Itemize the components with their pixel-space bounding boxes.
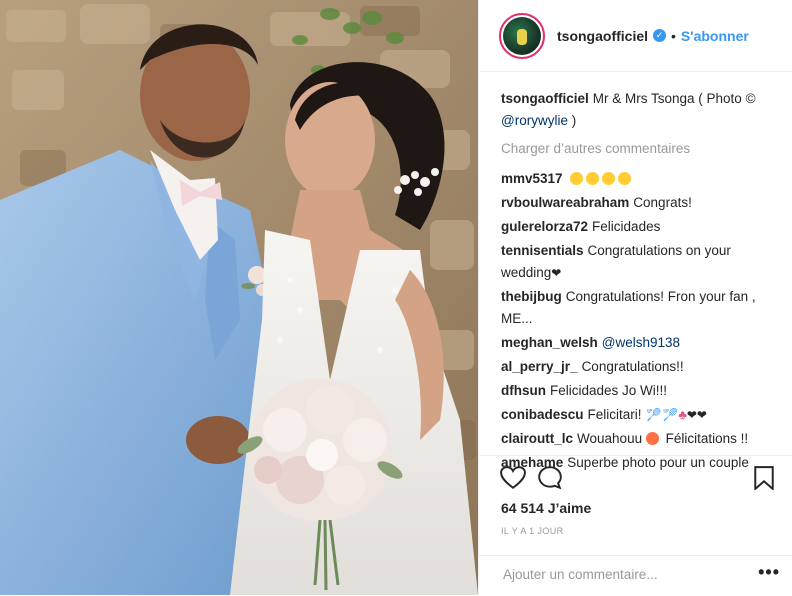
comment-username[interactable]: conibadescu (501, 407, 584, 422)
emoji-icon (586, 172, 600, 185)
bookmark-icon[interactable] (750, 464, 778, 492)
comment-item: mmv5317 (501, 168, 778, 190)
caption: tsongaofficiel Mr & Mrs Tsonga ( Photo © … (501, 88, 778, 132)
comment-mention[interactable]: @welsh9138 (602, 335, 680, 350)
comment-text: Félicitations !! (665, 431, 749, 446)
avatar[interactable] (499, 12, 545, 59)
comment-item: tennisentials Congratulations on your wed… (501, 240, 778, 284)
comment-item: gulerelorza72 Felicidades (501, 216, 778, 238)
wedding-photo-illustration (0, 0, 478, 595)
comment-item: conibadescu Felicitari! 🏸︎🏸︎♣❤❤ (501, 404, 778, 426)
add-comment-bar: ••• (479, 555, 792, 596)
comment-text: Felicitari! (587, 407, 642, 422)
comment-text: Congratulations!! (581, 359, 684, 374)
comment-text: Felicidades Jo Wi!!! (550, 383, 668, 398)
comment-item: meghan_welsh @welsh9138 (501, 332, 778, 354)
comment-list: tsongaofficiel Mr & Mrs Tsonga ( Photo © … (501, 88, 778, 476)
comment-username[interactable]: mmv5317 (501, 171, 563, 186)
likes-count[interactable]: 64 514 J’aime (501, 500, 591, 516)
comment-username[interactable]: rvboulwareabraham (501, 195, 629, 210)
emoji-icon (618, 172, 632, 185)
emoji-icon (602, 172, 616, 185)
caption-username[interactable]: tsongaofficiel (501, 91, 589, 106)
heart-outline-icon[interactable] (499, 464, 527, 492)
comment-text: Wouahouu (577, 431, 643, 446)
black-heart-icon: ❤ (551, 266, 562, 280)
instagram-post: tsongaofficiel ✓ • S'abonner tsongaoffic… (0, 0, 792, 595)
comment-item: clairoutt_lc Wouahouu Félicitations !! (501, 428, 778, 450)
caption-text: Mr & Mrs Tsonga ( Photo © (592, 91, 756, 106)
more-options-icon[interactable]: ••• (758, 562, 780, 583)
tennis-racket-icon: 🏸︎ (661, 407, 679, 422)
caption-text-end: ) (567, 113, 577, 128)
header-separator: • (671, 27, 676, 44)
comment-bubble-icon[interactable] (536, 464, 564, 492)
header-username[interactable]: tsongaofficiel (557, 28, 648, 44)
comment-item: al_perry_jr_ Congratulations!! (501, 356, 778, 378)
tennis-racket-icon: 🏸︎ (645, 407, 662, 422)
comment-item: thebijbug Congratulations! Fron your fan … (501, 286, 778, 330)
post-header: tsongaofficiel ✓ • S'abonner (479, 0, 792, 72)
comment-item: rvboulwareabraham Congrats! (501, 192, 778, 214)
verified-badge-icon: ✓ (653, 29, 667, 42)
comment-text: Congrats! (633, 195, 692, 210)
comment-username[interactable]: gulerelorza72 (501, 219, 588, 234)
heart-eyes-emoji-icon (645, 432, 659, 445)
load-more-comments-button[interactable]: Charger d’autres commentaires (501, 138, 778, 160)
tulip-icon: ♣ (678, 407, 687, 422)
comment-username[interactable]: tennisentials (501, 243, 584, 258)
comment-username[interactable]: meghan_welsh (501, 335, 598, 350)
comment-username[interactable]: thebijbug (501, 289, 562, 304)
caption-mention[interactable]: @rorywylie (501, 113, 568, 128)
follow-button[interactable]: S'abonner (681, 28, 749, 44)
emoji-icon (570, 172, 584, 185)
post-timestamp[interactable]: IL Y A 1 JOUR (501, 526, 564, 536)
post-sidebar: tsongaofficiel ✓ • S'abonner tsongaoffic… (478, 0, 792, 595)
post-actions: 64 514 J’aime IL Y A 1 JOUR (479, 455, 792, 568)
post-photo[interactable] (0, 0, 478, 595)
comment-username[interactable]: dfhsun (501, 383, 546, 398)
comment-text: Felicidades (592, 219, 661, 234)
add-comment-input[interactable] (501, 566, 745, 583)
black-heart-icon: ❤❤ (686, 408, 707, 422)
comment-username[interactable]: al_perry_jr_ (501, 359, 578, 374)
comment-item: dfhsun Felicidades Jo Wi!!! (501, 380, 778, 402)
comment-username[interactable]: clairoutt_lc (501, 431, 573, 446)
